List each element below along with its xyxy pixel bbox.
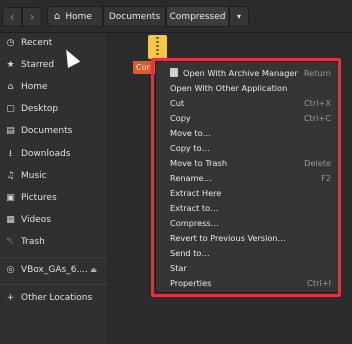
breadcrumb-documents[interactable]: Documents: [103, 6, 166, 27]
trash-icon: ␡: [6, 237, 15, 247]
sidebar-item-downloads[interactable]: ⭳ Downloads: [0, 144, 108, 164]
menu-item-label: Copy to…: [170, 142, 210, 153]
menu-item-copy[interactable]: Copy Ctrl+C: [156, 110, 338, 125]
sidebar-divider: [0, 284, 108, 285]
zip-file-icon[interactable]: [148, 35, 167, 59]
sidebar-item-other-locations[interactable]: + Other Locations: [0, 288, 108, 308]
document-icon: ▤: [6, 126, 15, 136]
sidebar-item-desktop[interactable]: ▢ Desktop: [0, 99, 108, 119]
menu-item-shortcut: Ctrl+X: [303, 97, 331, 108]
sidebar-item-device[interactable]: ◎ VBox_GAs_6.... ⏏: [0, 260, 108, 280]
menu-item-extract-to[interactable]: Extract to…: [156, 200, 338, 215]
menu-item-send-to[interactable]: Send to…: [156, 245, 338, 260]
chevron-right-icon: ›: [29, 10, 35, 24]
sidebar-item-label: Other Locations: [21, 293, 93, 303]
menu-item-label: Extract to…: [170, 202, 219, 213]
breadcrumb-compressed[interactable]: Compressed: [166, 6, 229, 27]
menu-item-label: Compress…: [170, 217, 219, 228]
menu-item-shortcut: Ctrl+C: [303, 112, 331, 123]
menu-item-star[interactable]: Star: [156, 260, 338, 275]
menu-item-rename[interactable]: Rename… F2: [156, 170, 338, 185]
sidebar-divider: [0, 257, 108, 258]
music-icon: ♫: [6, 171, 15, 181]
sidebar-item-label: Downloads: [21, 149, 71, 159]
sidebar-item-label: Pictures: [21, 193, 57, 203]
chevron-left-icon: ‹: [9, 10, 15, 24]
sidebar: ◷ Recent ★ Starred ⌂ Home ▢ Desktop ▤ Do…: [0, 33, 108, 344]
menu-item-label: Extract Here: [170, 187, 222, 198]
video-icon: ▦: [6, 215, 15, 225]
context-menu: Open With Archive Manager Return Open Wi…: [155, 61, 339, 293]
menu-item-properties[interactable]: Properties Ctrl+I: [156, 275, 338, 290]
menu-item-shortcut: Return: [303, 67, 331, 78]
menu-item-move-to[interactable]: Move to…: [156, 125, 338, 140]
eject-icon[interactable]: ⏏: [90, 266, 97, 274]
header-bar: ‹ › ⌂ Home Documents Compressed ▾: [0, 0, 352, 33]
breadcrumb-label: Compressed: [169, 11, 226, 22]
sidebar-item-label: Documents: [21, 126, 73, 136]
menu-item-shortcut: Ctrl+I: [307, 277, 331, 288]
menu-item-move-to-trash[interactable]: Move to Trash Delete: [156, 155, 338, 170]
download-icon: ⭳: [8, 149, 13, 159]
menu-item-label: Open With Other Application: [170, 82, 288, 93]
disc-icon: ◎: [6, 265, 15, 275]
menu-item-label: Star: [170, 262, 187, 273]
home-icon: ⌂: [7, 82, 14, 92]
menu-item-revert-version[interactable]: Revert to Previous Version…: [156, 230, 338, 245]
back-button[interactable]: ‹: [2, 7, 22, 27]
sidebar-item-label: Home: [21, 82, 48, 92]
menu-item-shortcut: F2: [321, 172, 331, 183]
home-icon: ⌂: [54, 11, 61, 22]
sidebar-item-label: Recent: [21, 38, 53, 48]
sidebar-item-home[interactable]: ⌂ Home: [0, 77, 108, 97]
picture-icon: ▣: [6, 193, 15, 203]
menu-item-copy-to[interactable]: Copy to…: [156, 140, 338, 155]
menu-item-label: Cut: [170, 97, 185, 108]
menu-item-label: Copy: [170, 112, 191, 123]
sidebar-item-music[interactable]: ♫ Music: [0, 166, 108, 186]
breadcrumb-label: Documents: [108, 11, 161, 22]
sidebar-item-starred[interactable]: ★ Starred: [0, 55, 108, 75]
sidebar-item-recent[interactable]: ◷ Recent: [0, 33, 108, 53]
menu-item-cut[interactable]: Cut Ctrl+X: [156, 95, 338, 110]
archive-icon: [170, 68, 178, 77]
sidebar-item-label: VBox_GAs_6....: [21, 265, 88, 275]
plus-icon: +: [6, 293, 15, 303]
desktop-icon: ▢: [6, 104, 15, 114]
sidebar-item-label: Videos: [21, 215, 51, 225]
menu-item-label: Rename…: [170, 172, 212, 183]
breadcrumb-label: Home: [65, 11, 92, 22]
clock-icon: ◷: [6, 38, 15, 48]
menu-item-label: Send to…: [170, 247, 210, 258]
sidebar-item-label: Trash: [21, 237, 45, 247]
menu-item-open-other-application[interactable]: Open With Other Application: [156, 80, 338, 95]
breadcrumb-home[interactable]: ⌂ Home: [47, 6, 103, 27]
sidebar-item-trash[interactable]: ␡ Trash: [0, 232, 108, 252]
sidebar-item-documents[interactable]: ▤ Documents: [0, 121, 108, 141]
star-icon: ★: [6, 60, 15, 70]
chevron-down-icon: ▾: [236, 12, 241, 21]
breadcrumb-menu-button[interactable]: ▾: [229, 6, 249, 27]
menu-item-compress[interactable]: Compress…: [156, 215, 338, 230]
menu-item-label: Open With Archive Manager: [183, 67, 298, 78]
menu-item-label: Move to…: [170, 127, 211, 138]
menu-item-extract-here[interactable]: Extract Here: [156, 185, 338, 200]
menu-item-shortcut: Delete: [304, 157, 331, 168]
menu-item-label: Revert to Previous Version…: [170, 232, 286, 243]
sidebar-item-pictures[interactable]: ▣ Pictures: [0, 188, 108, 208]
selected-file-label[interactable]: Cor: [133, 61, 155, 74]
forward-button[interactable]: ›: [22, 7, 42, 27]
sidebar-item-label: Desktop: [21, 104, 59, 114]
menu-item-label: Move to Trash: [170, 157, 228, 168]
menu-item-label: Properties: [170, 277, 212, 288]
menu-item-open-archive-manager[interactable]: Open With Archive Manager Return: [156, 65, 338, 80]
sidebar-item-label: Music: [21, 171, 47, 181]
sidebar-item-videos[interactable]: ▦ Videos: [0, 210, 108, 230]
sidebar-item-label: Starred: [21, 60, 55, 70]
